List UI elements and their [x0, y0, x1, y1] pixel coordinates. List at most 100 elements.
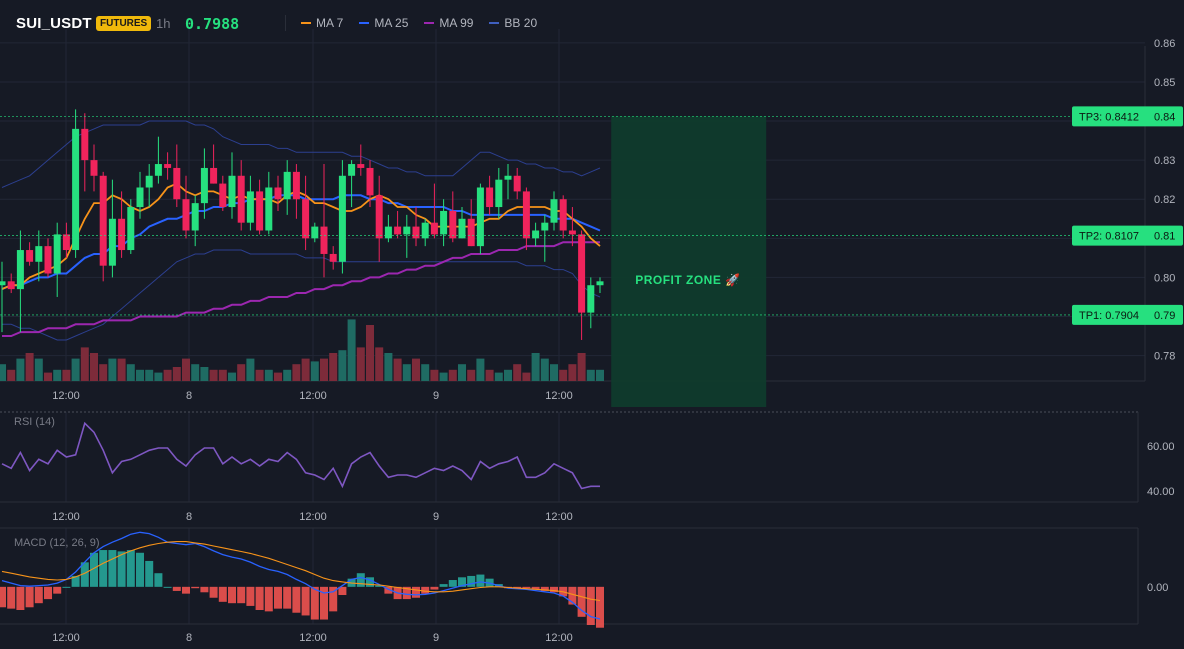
- volume-bar: [0, 364, 6, 381]
- macd-histogram-bar: [126, 550, 135, 587]
- candle-body: [136, 187, 144, 208]
- candle-body: [246, 191, 254, 223]
- macd-pane[interactable]: MACD (12, 26, 9) 0.00: [0, 531, 1168, 628]
- volume-bar: [255, 369, 264, 381]
- chart-canvas[interactable]: PROFIT ZONE 🚀 TP3: 0.8412 0.84 TP2: 0.8107…: [0, 0, 1184, 649]
- volume-bar: [577, 353, 586, 381]
- volume-bar: [16, 358, 25, 381]
- candle-body: [403, 226, 411, 235]
- candle-body: [550, 199, 558, 223]
- macd-histogram-bar: [476, 574, 485, 587]
- volume-bar: [191, 364, 200, 381]
- volume-bar: [108, 358, 117, 381]
- time-tick-label: 12:00: [299, 390, 327, 402]
- macd-histogram-bar: [7, 586, 16, 609]
- tp-axis-value: 0.84: [1154, 111, 1175, 123]
- volume-bar: [7, 369, 16, 381]
- tp-label: TP1: 0.7904: [1079, 310, 1139, 322]
- volume-bar: [531, 353, 540, 381]
- candle-body: [35, 246, 43, 262]
- candle-body: [154, 164, 162, 176]
- volume-bar: [34, 358, 43, 381]
- volume-bar: [209, 369, 218, 381]
- volume-bar: [513, 364, 522, 381]
- volume-bar: [310, 361, 319, 381]
- candle-body: [596, 281, 604, 286]
- volume-bar: [586, 369, 595, 381]
- candle-body: [72, 128, 80, 251]
- volume-bar: [522, 372, 531, 381]
- macd-histogram-bar: [283, 586, 292, 609]
- volume-bar: [237, 364, 246, 381]
- volume-bar: [200, 367, 209, 381]
- macd-histogram-bar: [274, 586, 282, 609]
- volume-bar: [504, 369, 512, 381]
- candle-body: [311, 226, 319, 239]
- rsi-tick-label: 60.00: [1147, 441, 1175, 453]
- macd-histogram-bar: [182, 586, 190, 594]
- volume-bar: [476, 358, 485, 381]
- candle-body: [0, 281, 6, 286]
- candle-body: [532, 230, 540, 239]
- macd-histogram-bar: [439, 584, 448, 587]
- volume-bars: [0, 319, 604, 381]
- candle-body: [237, 175, 245, 223]
- volume-bar: [274, 372, 282, 381]
- rsi-title: RSI (14): [14, 416, 55, 428]
- grid: [0, 29, 1146, 625]
- macd-histogram-bar: [62, 586, 71, 588]
- macd-histogram-bar: [246, 586, 255, 606]
- profit-zone-label: PROFIT ZONE 🚀: [635, 273, 740, 287]
- volume-bar: [25, 353, 34, 381]
- volume-bar: [550, 364, 558, 381]
- candle-body: [559, 199, 567, 231]
- time-tick-label: 12:00: [52, 511, 80, 523]
- candle-body: [182, 199, 190, 231]
- candle-body: [228, 175, 236, 208]
- volume-bar: [430, 369, 439, 381]
- volume-bar: [53, 369, 62, 381]
- rsi-pane[interactable]: RSI (14) 60.00 40.00: [1, 416, 1175, 498]
- time-tick-label: 9: [433, 511, 439, 523]
- volume-bar: [329, 353, 338, 381]
- rsi-line: [1, 421, 600, 490]
- macd-histogram-bar: [117, 551, 126, 587]
- time-tick-label: 12:00: [299, 511, 327, 523]
- volume-bar: [154, 372, 163, 381]
- candle-body: [578, 234, 586, 313]
- candle-body: [587, 285, 595, 313]
- macd-histogram-bar: [596, 586, 604, 628]
- tp-label: TP3: 0.8412: [1079, 111, 1139, 123]
- time-tick-label: 12:00: [545, 632, 573, 644]
- macd-histogram-bar: [448, 580, 457, 587]
- rsi-tick-label: 40.00: [1147, 486, 1175, 498]
- price-tick-label: 0.80: [1154, 272, 1175, 284]
- volume-bar: [228, 372, 236, 381]
- volume-bar: [375, 347, 384, 381]
- candle-body: [513, 175, 521, 192]
- bollinger-bands: [1, 120, 601, 341]
- profit-zone: [611, 116, 767, 407]
- candle-body: [7, 281, 15, 290]
- candle-body: [26, 250, 34, 262]
- volume-bar: [412, 358, 420, 381]
- volume-bar: [136, 369, 144, 381]
- macd-histogram-bar: [53, 586, 62, 594]
- volume-bar: [62, 369, 71, 381]
- volume-bar: [448, 369, 457, 381]
- macd-title: MACD (12, 26, 9): [14, 537, 100, 549]
- candle-body: [62, 234, 70, 251]
- volume-bar: [568, 364, 577, 381]
- macd-histogram-bar: [310, 586, 319, 620]
- candles[interactable]: [0, 109, 604, 340]
- volume-bar: [264, 369, 273, 381]
- candle-body: [486, 187, 494, 208]
- macd-histogram-bar: [191, 586, 200, 589]
- volume-bar: [145, 369, 154, 381]
- candle-body: [292, 171, 300, 200]
- candle-body: [329, 253, 337, 262]
- macd-histogram-bar: [145, 560, 154, 587]
- time-tick-label: 8: [186, 632, 192, 644]
- candle-body: [173, 167, 181, 200]
- volume-bar: [402, 364, 411, 381]
